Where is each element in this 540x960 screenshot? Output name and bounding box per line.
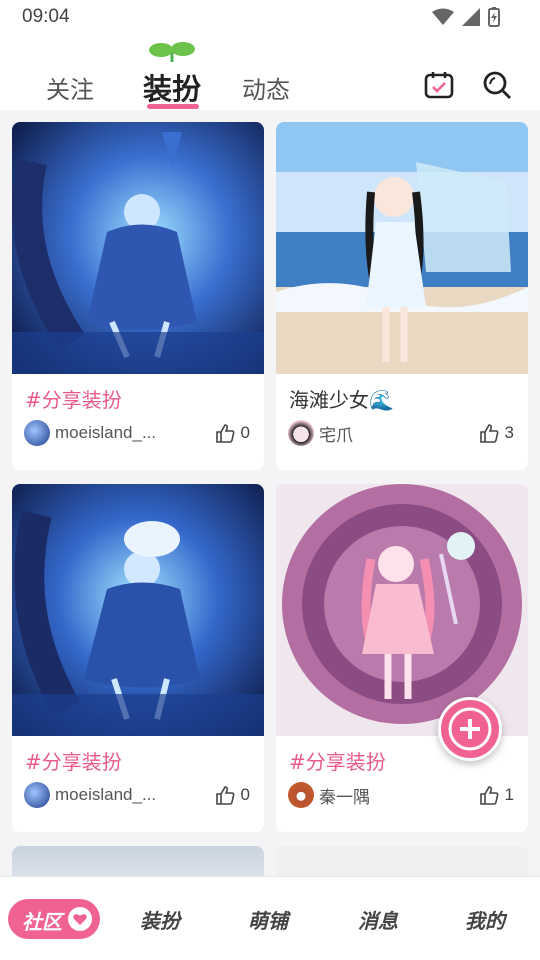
- avatar[interactable]: [288, 782, 314, 808]
- post-card[interactable]: #分享装扮 moeisland_... 0: [12, 484, 264, 832]
- thumbs-up-icon[interactable]: [215, 785, 235, 805]
- post-author[interactable]: moeisland_...: [24, 782, 156, 808]
- post-title: #分享装扮: [289, 750, 386, 774]
- status-time: 09:04: [22, 6, 70, 27]
- bottom-nav-community[interactable]: 社区: [8, 899, 100, 939]
- avatar[interactable]: [24, 782, 50, 808]
- bottom-nav-messages[interactable]: 消息: [358, 905, 398, 934]
- tab-moments[interactable]: 动态: [242, 70, 290, 105]
- like-count: 0: [240, 423, 250, 442]
- author-name[interactable]: moeisland_...: [55, 423, 156, 443]
- avatar[interactable]: [24, 420, 50, 446]
- post-title: 海滩少女🌊: [289, 388, 394, 412]
- bottom-nav-label[interactable]: 社区: [22, 906, 62, 935]
- post-title: #分享装扮: [25, 750, 122, 774]
- like-count: 0: [240, 785, 250, 804]
- bottom-nav-shop[interactable]: 萌铺: [248, 905, 288, 934]
- bottom-nav-me[interactable]: 我的: [465, 905, 505, 934]
- thumbs-up-icon[interactable]: [479, 785, 499, 805]
- post-image[interactable]: [12, 122, 264, 374]
- like-button[interactable]: 1: [479, 782, 514, 808]
- top-tab-bar: 关注 装扮 动态: [0, 36, 540, 110]
- post-card[interactable]: 海滩少女🌊 宅爪 3: [276, 122, 528, 470]
- tab-dressup[interactable]: 装扮: [143, 66, 201, 108]
- calendar-check-icon[interactable]: [424, 70, 454, 100]
- post-image[interactable]: [276, 122, 528, 374]
- post-image[interactable]: [276, 484, 528, 736]
- author-name[interactable]: 秦一隅: [319, 783, 370, 808]
- search-icon[interactable]: [482, 70, 512, 100]
- signal-icon: [462, 8, 480, 26]
- create-post-button[interactable]: [438, 697, 502, 761]
- post-card[interactable]: #分享装扮 moeisland_... 0: [12, 122, 264, 470]
- author-name[interactable]: 宅爪: [319, 421, 353, 446]
- post-author[interactable]: 秦一隅: [288, 782, 370, 808]
- thumbs-up-icon[interactable]: [479, 423, 499, 443]
- bottom-nav-dressup[interactable]: 装扮: [140, 905, 180, 934]
- heart-icon: [68, 907, 92, 931]
- avatar[interactable]: [288, 420, 314, 446]
- battery-icon: [488, 7, 500, 27]
- post-title: #分享装扮: [25, 388, 122, 412]
- plus-icon[interactable]: [441, 700, 499, 758]
- status-icons: [432, 7, 500, 27]
- like-count: 3: [504, 423, 514, 442]
- post-card[interactable]: #分享装扮 秦一隅 1: [276, 484, 528, 832]
- like-button[interactable]: 3: [479, 420, 514, 446]
- thumbs-up-icon[interactable]: [215, 423, 235, 443]
- author-name[interactable]: moeisland_...: [55, 785, 156, 805]
- post-image[interactable]: [12, 484, 264, 736]
- bottom-nav: 社区 装扮 萌铺 消息 我的: [0, 876, 540, 960]
- post-author[interactable]: moeisland_...: [24, 420, 156, 446]
- status-bar: 09:04: [0, 0, 540, 36]
- like-button[interactable]: 0: [215, 420, 250, 446]
- like-button[interactable]: 0: [215, 782, 250, 808]
- wifi-icon: [432, 8, 454, 25]
- active-tab-indicator: [147, 104, 199, 109]
- sprout-icon: [149, 42, 195, 62]
- tab-following[interactable]: 关注: [46, 70, 94, 105]
- post-author[interactable]: 宅爪: [288, 420, 353, 446]
- like-count: 1: [504, 785, 514, 804]
